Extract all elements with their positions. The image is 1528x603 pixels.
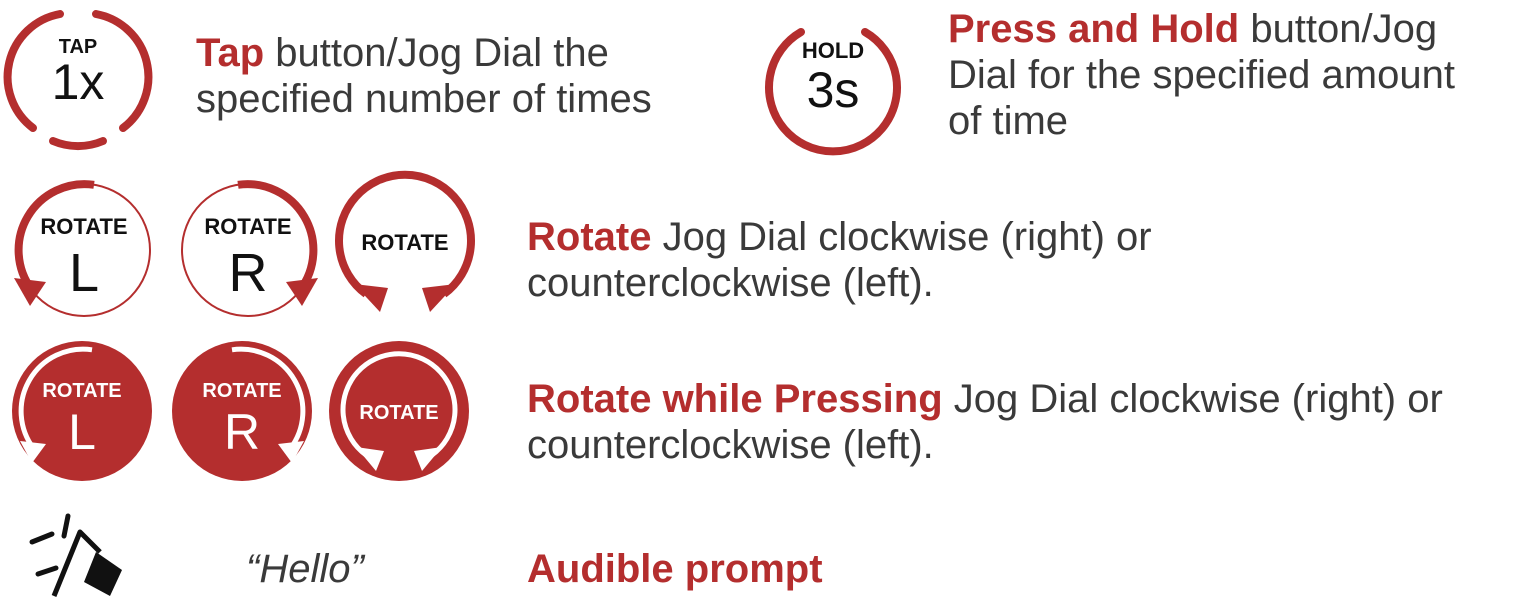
hold-icon: HOLD 3s bbox=[763, 20, 903, 160]
hold-highlight: Press and Hold bbox=[948, 7, 1240, 51]
rotate-description: Rotate Jog Dial clockwise (right) or cou… bbox=[527, 214, 1152, 306]
rotate-left-label: ROTATE bbox=[40, 214, 127, 239]
tap-highlight: Tap bbox=[196, 31, 265, 75]
rotate-line2: counterclockwise (left). bbox=[527, 261, 934, 305]
tap-line1: button/Jog Dial the bbox=[264, 31, 609, 75]
rotate-press-right-label: ROTATE bbox=[202, 380, 281, 402]
rotate-press-right-letter: R bbox=[224, 404, 260, 460]
hold-icon-label: HOLD bbox=[802, 38, 864, 63]
rotate-press-either-icon: ROTATE bbox=[324, 337, 474, 487]
tap-line2: specified number of times bbox=[196, 77, 652, 121]
rotate-press-line1: Jog Dial clockwise (right) or bbox=[942, 377, 1443, 421]
hold-line3: of time bbox=[948, 99, 1069, 143]
rotate-press-left-letter: L bbox=[68, 404, 96, 460]
hold-line2: Dial for the specified amount bbox=[948, 53, 1455, 97]
rotate-left-icon: ROTATE L bbox=[12, 176, 162, 326]
rotate-left-letter: L bbox=[69, 243, 99, 303]
rotate-either-icon: ROTATE bbox=[330, 170, 480, 322]
hold-description: Press and Hold button/Jog Dial for the s… bbox=[948, 6, 1455, 144]
tap-icon-count: 1x bbox=[52, 54, 105, 110]
speaker-icon bbox=[29, 512, 140, 598]
rotate-line1: Jog Dial clockwise (right) or bbox=[651, 215, 1152, 259]
rotate-right-letter: R bbox=[229, 243, 268, 303]
prompt-example: “Hello” bbox=[246, 547, 364, 591]
rotate-press-either-label: ROTATE bbox=[359, 402, 438, 424]
rotate-press-left-label: ROTATE bbox=[42, 380, 121, 402]
rotate-press-left-icon: ROTATE L bbox=[8, 337, 158, 487]
hold-icon-duration: 3s bbox=[807, 62, 860, 118]
rotate-press-right-icon: ROTATE R bbox=[166, 337, 316, 487]
tap-icon: TAP 1x bbox=[3, 8, 153, 151]
prompt-label: Audible prompt bbox=[527, 547, 823, 591]
rotate-highlight: Rotate bbox=[527, 215, 652, 259]
rotate-press-line2: counterclockwise (left). bbox=[527, 423, 934, 467]
rotate-press-description: Rotate while Pressing Jog Dial clockwise… bbox=[527, 376, 1443, 468]
rotate-either-label: ROTATE bbox=[361, 230, 448, 255]
rotate-right-icon: ROTATE R bbox=[170, 176, 320, 326]
tap-description: Tap button/Jog Dial the specified number… bbox=[196, 30, 652, 122]
rotate-right-label: ROTATE bbox=[204, 214, 291, 239]
rotate-press-highlight: Rotate while Pressing bbox=[527, 377, 943, 421]
hold-line1: button/Jog bbox=[1239, 7, 1438, 51]
